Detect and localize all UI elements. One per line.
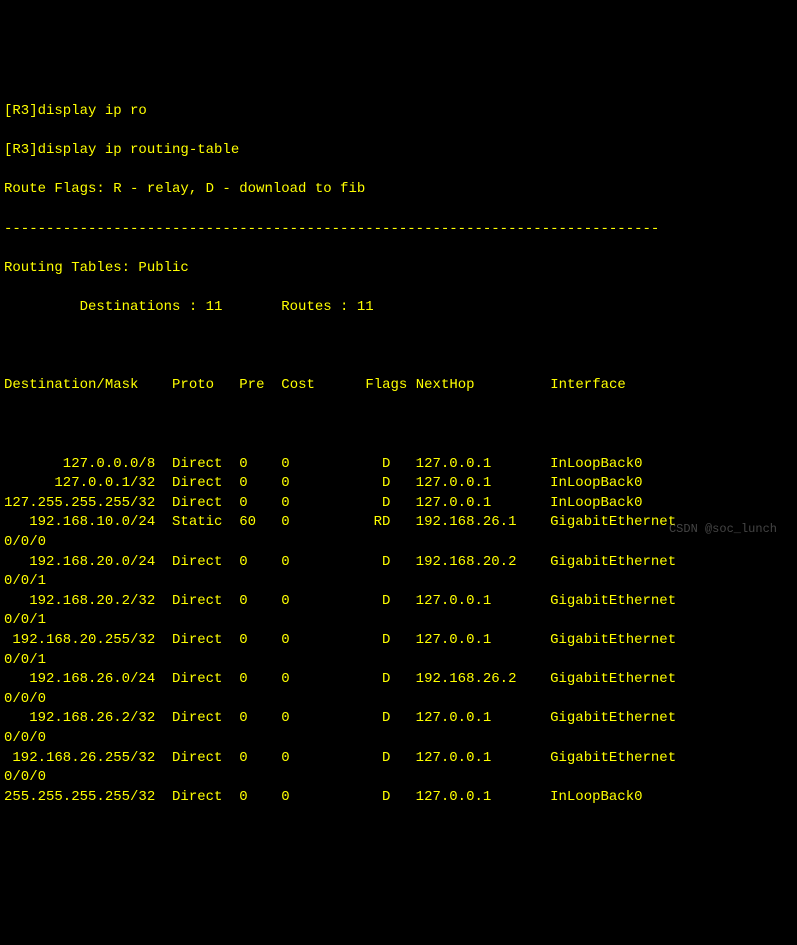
table-row: 127.255.255.255/32 Direct 0 0 D 127.0.0.… <box>4 494 793 514</box>
terminal-output: [R3]display ip ro [R3]display ip routing… <box>4 82 793 827</box>
command-line: [R3]display ip ro <box>4 102 793 122</box>
separator: ----------------------------------------… <box>4 220 793 240</box>
table-row: 127.0.0.0/8 Direct 0 0 D 127.0.0.1 InLoo… <box>4 455 793 475</box>
table-row: 192.168.26.2/32 Direct 0 0 D 127.0.0.1 G… <box>4 709 793 729</box>
table-row: 192.168.20.0/24 Direct 0 0 D 192.168.20.… <box>4 553 793 573</box>
tables-label: Routing Tables: Public <box>4 259 793 279</box>
table-row-wrap: 0/0/0 <box>4 729 793 749</box>
watermark: CSDN @soc_lunch <box>669 521 777 538</box>
blank-line <box>4 415 793 435</box>
table-row: 192.168.20.255/32 Direct 0 0 D 127.0.0.1… <box>4 631 793 651</box>
table-header: Destination/Mask Proto Pre Cost Flags Ne… <box>4 376 793 396</box>
table-row-wrap: 0/0/1 <box>4 611 793 631</box>
table-row: 192.168.26.0/24 Direct 0 0 D 192.168.26.… <box>4 670 793 690</box>
table-row: 127.0.0.1/32 Direct 0 0 D 127.0.0.1 InLo… <box>4 474 793 494</box>
table-row-wrap: 0/0/1 <box>4 572 793 592</box>
table-row: 255.255.255.255/32 Direct 0 0 D 127.0.0.… <box>4 788 793 808</box>
routing-table-body: 127.0.0.0/8 Direct 0 0 D 127.0.0.1 InLoo… <box>4 455 793 808</box>
route-flags-label: Route Flags: R - relay, D - download to … <box>4 180 793 200</box>
table-row-wrap: 0/0/0 <box>4 690 793 710</box>
table-row-wrap: 0/0/0 <box>4 768 793 788</box>
blank-line <box>4 337 793 357</box>
command-line: [R3]display ip routing-table <box>4 141 793 161</box>
table-row-wrap: 0/0/1 <box>4 651 793 671</box>
table-row: 192.168.20.2/32 Direct 0 0 D 127.0.0.1 G… <box>4 592 793 612</box>
table-row: 192.168.26.255/32 Direct 0 0 D 127.0.0.1… <box>4 749 793 769</box>
destinations-label: Destinations : 11 Routes : 11 <box>4 298 793 318</box>
